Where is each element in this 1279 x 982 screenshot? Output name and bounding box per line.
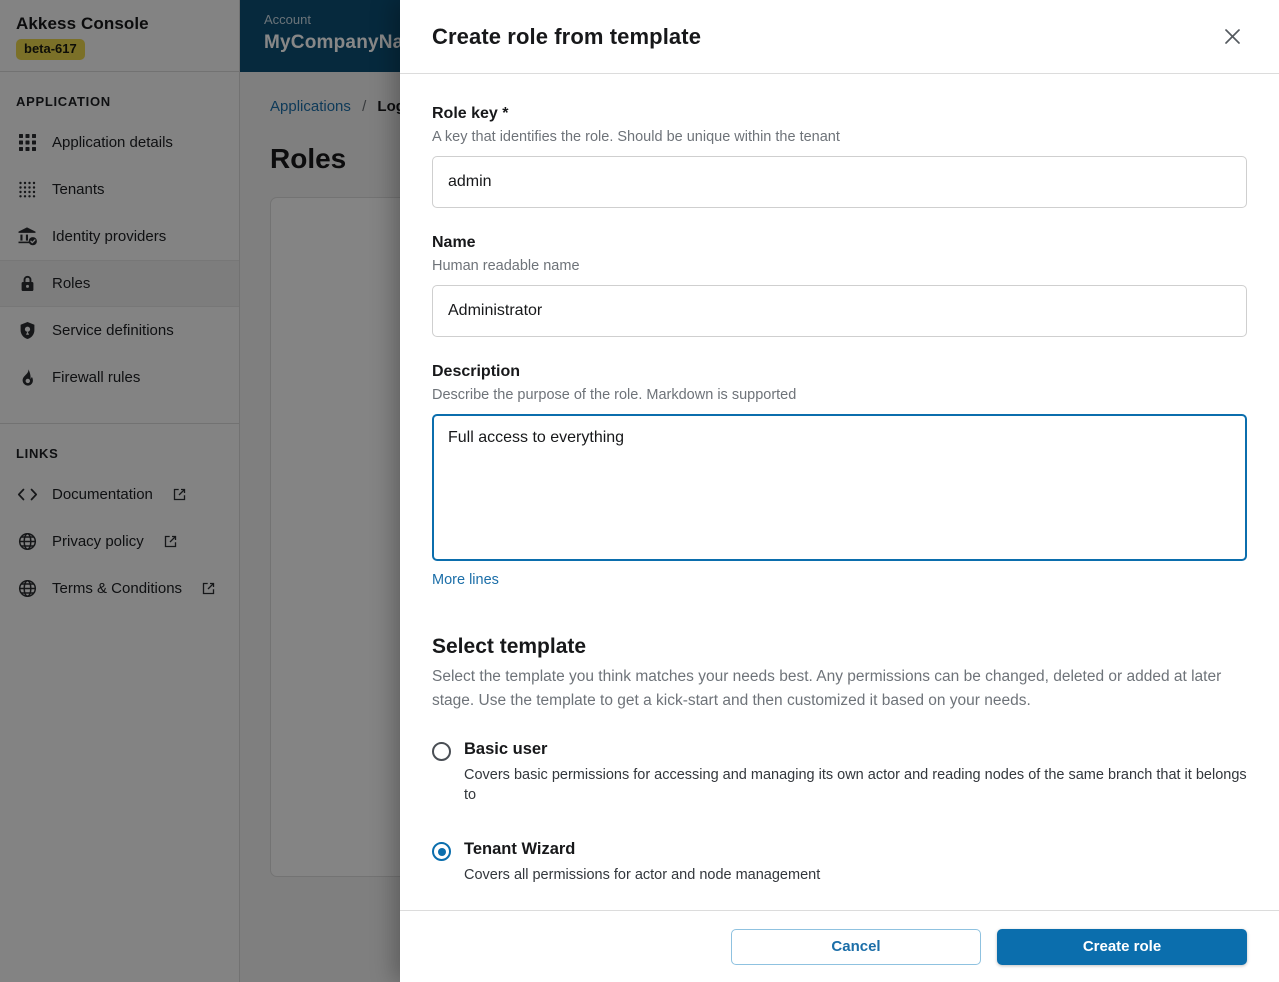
template-option-tenant-wizard[interactable]: Tenant Wizard Covers all permissions for…: [432, 839, 1247, 885]
template-option-title: Basic user: [464, 739, 1247, 760]
select-template-description: Select the template you think matches yo…: [432, 665, 1232, 713]
cancel-button[interactable]: Cancel: [731, 929, 981, 965]
field-name: Name Human readable name: [432, 233, 1247, 337]
template-option-basic-user[interactable]: Basic user Covers basic permissions for …: [432, 739, 1247, 805]
template-option-text: Tenant Wizard Covers all permissions for…: [464, 839, 820, 885]
template-option-text: Basic user Covers basic permissions for …: [464, 739, 1247, 805]
template-option-description: Covers basic permissions for accessing a…: [464, 765, 1247, 805]
close-icon[interactable]: [1217, 22, 1247, 52]
description-help: Describe the purpose of the role. Markdo…: [432, 386, 1247, 405]
name-input[interactable]: [432, 285, 1247, 337]
create-role-button[interactable]: Create role: [997, 929, 1247, 965]
field-role-key: Role key * A key that identifies the rol…: [432, 104, 1247, 208]
dialog-body: Role key * A key that identifies the rol…: [400, 74, 1279, 910]
dialog-footer: Cancel Create role: [400, 910, 1279, 982]
dialog-title: Create role from template: [432, 24, 701, 50]
role-key-label: Role key *: [432, 104, 1247, 124]
dialog-header: Create role from template: [400, 0, 1279, 74]
description-label: Description: [432, 362, 1247, 382]
role-key-input[interactable]: [432, 156, 1247, 208]
create-role-dialog: Create role from template Role key * A k…: [400, 0, 1279, 982]
name-help: Human readable name: [432, 257, 1247, 276]
radio-unselected-icon[interactable]: [432, 742, 451, 761]
radio-selected-icon[interactable]: [432, 842, 451, 861]
application-window: Akkess Console beta-617 APPLICATION Appl…: [0, 0, 1279, 982]
name-label: Name: [432, 233, 1247, 253]
template-option-description: Covers all permissions for actor and nod…: [464, 865, 820, 885]
role-key-help: A key that identifies the role. Should b…: [432, 128, 1247, 147]
field-description: Description Describe the purpose of the …: [432, 362, 1247, 589]
template-option-title: Tenant Wizard: [464, 839, 820, 860]
select-template-title: Select template: [432, 635, 1247, 659]
more-lines-link[interactable]: More lines: [432, 572, 499, 588]
description-textarea[interactable]: Full access to everything: [432, 414, 1247, 561]
